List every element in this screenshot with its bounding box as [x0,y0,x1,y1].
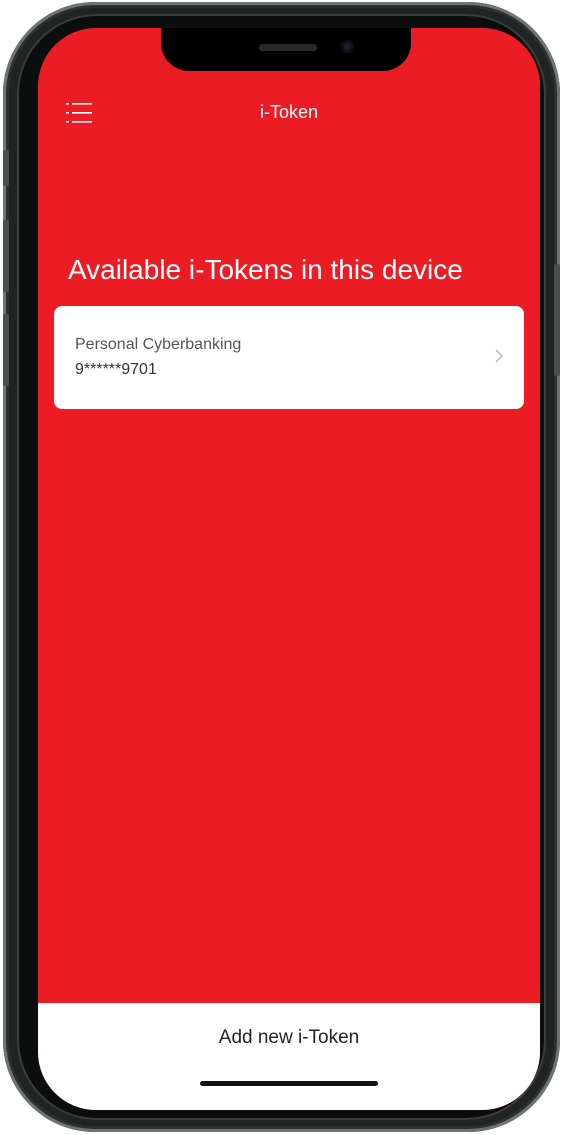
notch [161,28,411,71]
app-screen: i-Token Available i-Tokens in this devic… [38,28,540,1110]
add-new-token-button[interactable]: Add new i-Token [38,1023,540,1053]
token-name: Personal Cyberbanking [75,336,242,353]
bottom-bar: Add new i-Token [38,1003,540,1110]
volume-down-button [3,314,9,386]
speaker-grille [259,44,317,51]
chevron-right-icon [494,348,504,364]
power-button [554,264,560,376]
silent-switch [3,150,9,186]
volume-up-button [3,220,9,292]
section-heading: Available i-Tokens in this device [68,254,463,285]
home-indicator[interactable] [200,1081,378,1086]
token-number: 9******9701 [75,361,157,378]
page-title: i-Token [259,102,319,122]
front-camera [341,40,354,53]
token-list-item[interactable]: Personal Cyberbanking 9******9701 [54,306,524,409]
